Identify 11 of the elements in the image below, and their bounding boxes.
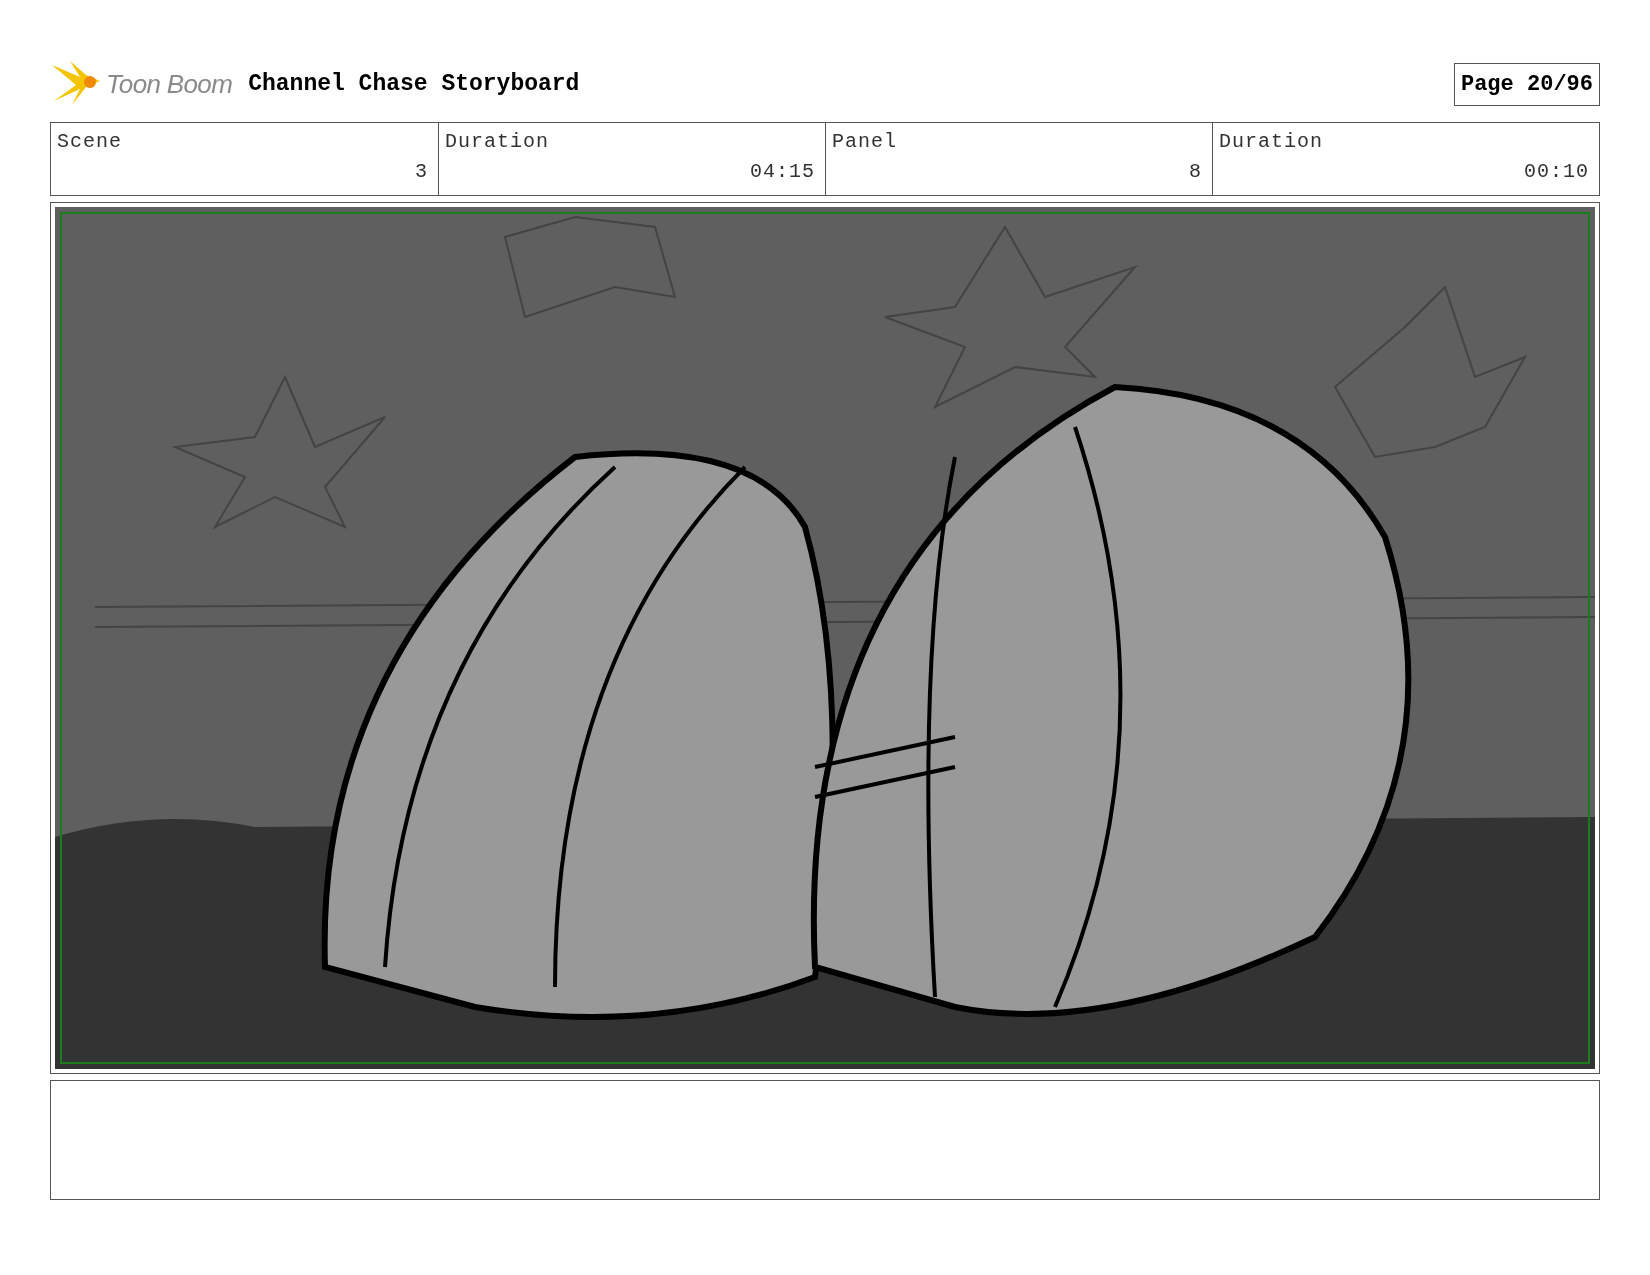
field-label: Panel [832,129,897,155]
storyboard-title: Channel Chase Storyboard [248,69,580,99]
field-label: Duration [445,129,549,155]
logo-text: Toon Boom [106,67,233,101]
field-value: 3 [415,159,428,185]
field-label: Scene [57,129,122,155]
field-value: 8 [1189,159,1202,185]
field-value: 04:15 [750,159,815,185]
page-number: Page 20/96 [1453,62,1600,106]
field-value: 00:10 [1524,159,1589,185]
field-label: Duration [1219,129,1323,155]
